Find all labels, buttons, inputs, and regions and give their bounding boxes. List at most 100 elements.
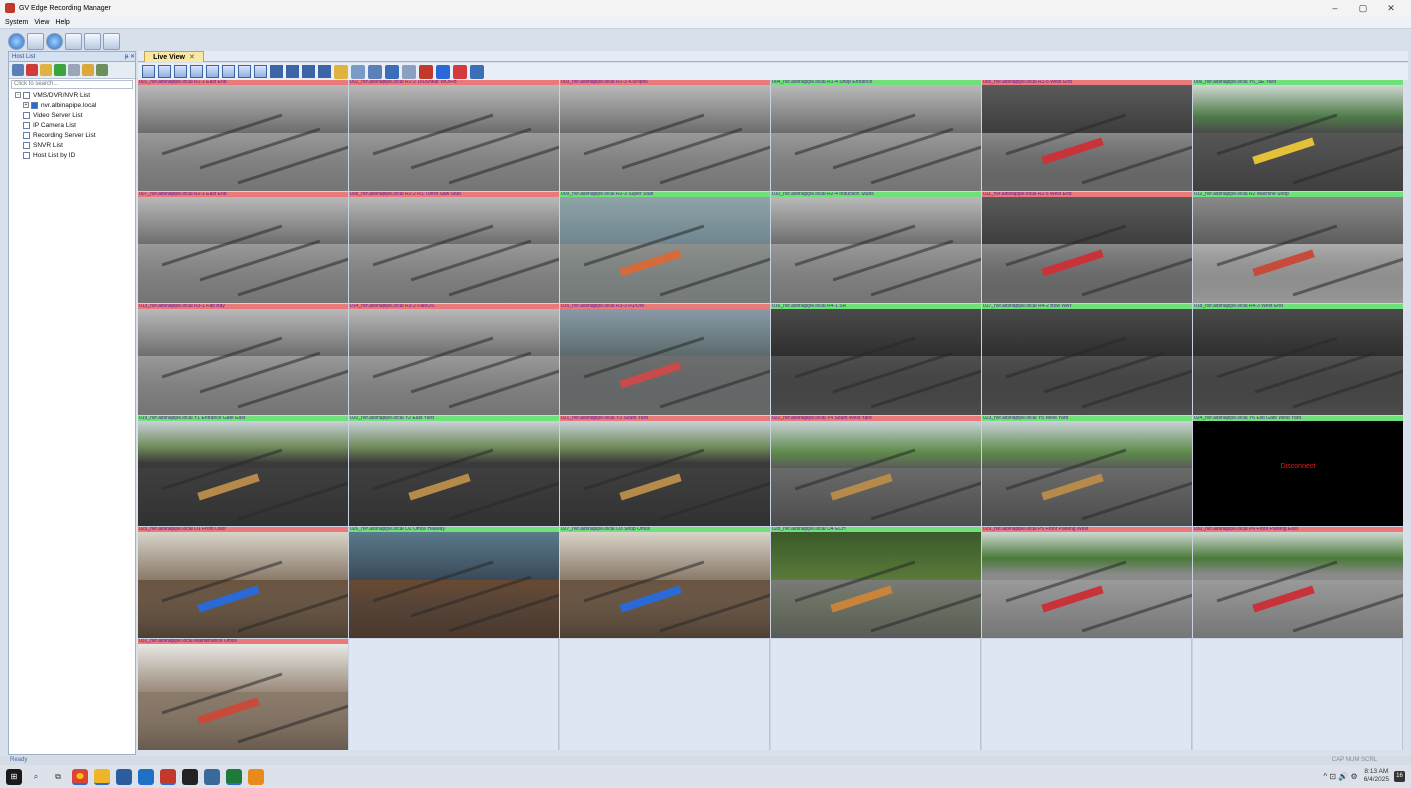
layout-6x6-icon[interactable] (270, 65, 283, 78)
camera-tile[interactable]: 007_nvr.albinapipe.local R2-1 East End (138, 191, 348, 303)
camera-tile[interactable]: 029_nvr.albinapipe.local P5 Front Parkin… (982, 527, 1192, 639)
snapshot-icon[interactable] (436, 64, 450, 79)
folder-icon[interactable] (40, 64, 52, 76)
camera-tile[interactable]: 013_nvr.albinapipe.local R3-1 Fab Bay (138, 303, 348, 415)
empty-tile[interactable] (1193, 639, 1403, 750)
tree-item[interactable]: + nvr.albinapipe.local (9, 100, 135, 110)
camera-feed[interactable] (1193, 308, 1403, 415)
close-button[interactable]: ✕ (1377, 0, 1405, 16)
camera-feed[interactable] (349, 85, 559, 191)
layout-9x9-icon[interactable] (318, 65, 331, 78)
camera-tile[interactable]: 004_nvr.albinapipe.local R1-4 Shop Entra… (771, 80, 981, 191)
menu-view[interactable]: View (34, 19, 49, 26)
camera-tile[interactable]: 003_nvr.albinapipe.local R1-3 4.0Pipes (560, 80, 770, 191)
maximize-button[interactable]: ▢ (1349, 0, 1377, 16)
camera-feed[interactable]: Disconnect (1193, 420, 1403, 527)
calculator-icon[interactable] (204, 768, 220, 785)
layout-3x3-icon[interactable] (190, 65, 203, 78)
camera-tile[interactable]: 031_nvr.albinapipe.local Maintenance Off… (138, 639, 348, 750)
camera-tile[interactable]: 010_nvr.albinapipe.local R2-4 Induction … (771, 191, 981, 303)
camera-tile[interactable]: 030_nvr.albinapipe.local P6 Front Parkin… (1193, 527, 1403, 639)
save-icon[interactable] (12, 64, 24, 76)
camera-tile[interactable]: 026_nvr.albinapipe.local O2 Office Hallw… (349, 527, 559, 639)
layout-2x2-icon[interactable] (158, 65, 171, 78)
empty-tile[interactable] (982, 639, 1192, 750)
tree-item[interactable]: Host List by ID (9, 150, 135, 160)
file-explorer-icon[interactable] (94, 768, 110, 785)
camera-feed[interactable] (1193, 532, 1403, 639)
start-icon[interactable]: ⊞ (6, 768, 22, 785)
layout-1x1-icon[interactable] (142, 65, 155, 78)
camera-feed[interactable] (982, 308, 1192, 415)
panel-pin-close[interactable]: ᵽ ✕ (125, 53, 135, 60)
camera-tile[interactable]: 001_nvr.albinapipe.local R1-1 East End (138, 80, 348, 191)
tree-item[interactable]: SNVR List (9, 140, 135, 150)
camera-feed[interactable] (138, 308, 348, 415)
layout-5x5-icon[interactable] (254, 65, 267, 78)
tree-expander-icon[interactable]: + (23, 102, 29, 108)
camera-tile[interactable]: 015_nvr.albinapipe.local R3-3 RJ/OW (560, 303, 770, 415)
camera-feed[interactable] (138, 420, 348, 527)
camera-feed[interactable] (138, 196, 348, 303)
layout-4x4-icon[interactable] (222, 65, 235, 78)
camera-feed[interactable] (349, 308, 559, 415)
layout-1p7-icon[interactable] (206, 65, 219, 78)
layout-1p5-icon[interactable] (174, 65, 187, 78)
tab-live-view[interactable]: Live View ✕ (144, 51, 204, 62)
layout-7x7-icon[interactable] (286, 65, 299, 78)
tab-close-icon[interactable]: ✕ (189, 53, 195, 61)
camera-feed[interactable] (560, 532, 770, 639)
fullscreen-icon[interactable] (385, 64, 399, 79)
layout-8x8-icon[interactable] (302, 65, 315, 78)
camera-feed[interactable] (771, 308, 981, 415)
monitor-icon[interactable] (368, 64, 382, 79)
camera-tile[interactable]: 021_nvr.albinapipe.local Y3 South Yard (560, 415, 770, 527)
camera-tile[interactable]: 012_nvr.albinapipe.local R2 Machine Shop (1193, 191, 1403, 303)
camera-feed[interactable] (560, 420, 770, 527)
task-view-icon[interactable]: ⧉ (50, 769, 66, 785)
ptz-icon[interactable] (470, 64, 484, 79)
camera-feed[interactable] (982, 420, 1192, 527)
camera-tile[interactable]: 017_nvr.albinapipe.local R4-2 Bow WAY (982, 303, 1192, 415)
camera-feed[interactable] (771, 532, 981, 639)
camera-tile[interactable]: 020_nvr.albinapipe.local Y2 East Yard (349, 415, 559, 527)
camera-feed[interactable] (138, 85, 348, 191)
tree-expander-icon[interactable]: - (15, 92, 21, 98)
camera-feed[interactable] (1193, 196, 1403, 303)
camera-feed[interactable] (349, 420, 559, 527)
edit-icon[interactable] (68, 64, 80, 76)
camera-tile[interactable]: 022_nvr.albinapipe.local Y4 South West Y… (771, 415, 981, 527)
empty-tile[interactable] (349, 639, 559, 750)
layout-1p12-icon[interactable] (238, 65, 251, 78)
add-icon[interactable] (54, 64, 66, 76)
chrome-icon[interactable] (72, 768, 88, 785)
camera-feed[interactable] (771, 196, 981, 303)
camera-tile[interactable]: 016_nvr.albinapipe.local R4-1 SR (771, 303, 981, 415)
camera-tile[interactable]: 023_nvr.albinapipe.local Y5 West Yard (982, 415, 1192, 527)
tree-item[interactable]: Video Server List (9, 110, 135, 120)
empty-tile[interactable] (771, 639, 981, 750)
fit-icon[interactable] (402, 64, 416, 79)
camera-tile[interactable]: 018_nvr.albinapipe.local R4-3 West End (1193, 303, 1403, 415)
camera-feed[interactable] (138, 644, 348, 750)
search-icon[interactable]: ⌕ (28, 769, 44, 785)
excel-icon[interactable] (226, 768, 242, 785)
tree-item[interactable]: IP Camera List (9, 120, 135, 130)
delete-icon[interactable] (26, 64, 38, 76)
monitor-icon[interactable] (103, 32, 120, 50)
minimize-button[interactable]: – (1321, 0, 1349, 16)
tools-icon[interactable] (27, 32, 44, 50)
camera-tile[interactable]: 005_nvr.albinapipe.local R1-5 West End (982, 80, 1192, 191)
tray-icons[interactable]: ^ ⊡ 🔊 ⚙ (1323, 772, 1357, 781)
desktop-icon[interactable] (116, 768, 132, 785)
camera-tile[interactable]: 002_nvr.albinapipe.local R1-2 160Shear W… (349, 80, 559, 191)
camera-feed[interactable] (349, 532, 559, 639)
camera-tile[interactable]: 008_nvr.albinapipe.local R2-2 R1 Turret … (349, 191, 559, 303)
camera-tile[interactable]: 019_nvr.albinapipe.local Y1 Entrance Gat… (138, 415, 348, 527)
menu-help[interactable]: Help (55, 19, 69, 26)
camera-feed[interactable] (138, 532, 348, 639)
record-icon[interactable] (419, 64, 433, 79)
app-icon-yellow[interactable] (182, 768, 198, 785)
camera-tile[interactable]: 028_nvr.albinapipe.local O4 ECH (771, 527, 981, 639)
camera-feed[interactable] (560, 85, 770, 191)
